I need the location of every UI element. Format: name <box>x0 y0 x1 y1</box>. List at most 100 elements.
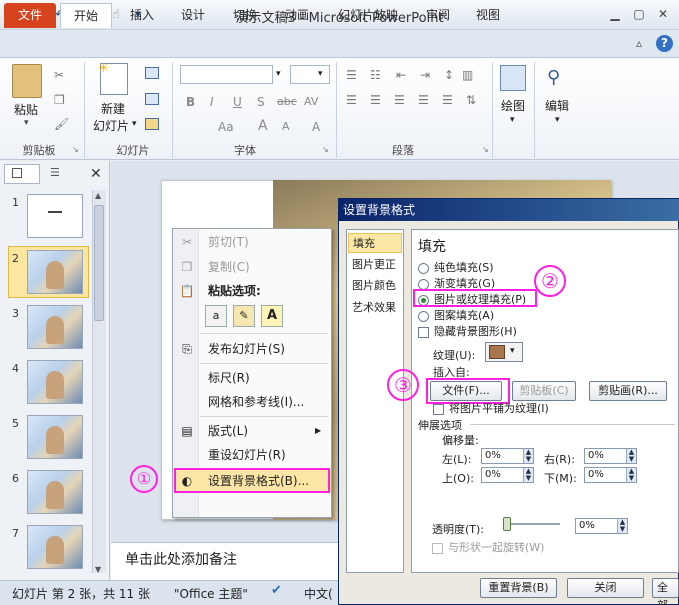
menu-item-copy[interactable]: ❐ 复制(C) <box>173 256 331 278</box>
slide-thumbnail[interactable] <box>27 470 83 514</box>
nav-item-picture-corrections[interactable]: 图片更正 <box>348 255 402 275</box>
nav-item-artistic-effects[interactable]: 艺术效果 <box>348 298 402 318</box>
tab-view[interactable]: 视图 <box>468 3 508 28</box>
paste-dropdown-icon[interactable]: ▾ <box>24 118 29 128</box>
menu-item-grid[interactable]: 网格和参考线(I)... <box>173 391 331 413</box>
italic-button[interactable]: I <box>210 95 214 109</box>
slide-thumbnail[interactable] <box>27 305 83 349</box>
tab-file[interactable]: 文件 <box>4 3 56 28</box>
help-icon[interactable]: ? <box>656 35 673 52</box>
tab-slides[interactable] <box>4 164 40 184</box>
spinner-arrows-icon[interactable]: ▲ ▼ <box>626 449 636 463</box>
paste-keep-format-icon[interactable]: ✎ <box>233 305 255 327</box>
texture-dropdown-arrow-icon[interactable]: ▾ <box>510 346 515 356</box>
justify-icon[interactable]: ☰ <box>418 93 429 107</box>
collapse-ribbon-icon[interactable]: ▵ <box>636 36 652 52</box>
increase-indent-icon[interactable]: ⇥ <box>420 68 430 82</box>
radio-solid-fill[interactable]: 纯色填充(S) <box>418 261 494 275</box>
tab-review[interactable]: 审阅 <box>418 3 458 28</box>
binoculars-icon[interactable]: ⚲ <box>547 67 560 88</box>
top-offset-spinner[interactable]: 0% ▲ ▼ <box>481 467 534 483</box>
tab-home[interactable]: 开始 <box>60 3 112 28</box>
shrink-font-button[interactable]: A <box>282 120 290 133</box>
align-left-icon[interactable]: ☰ <box>346 93 357 107</box>
clipart-button[interactable]: 剪贴画(R)... <box>589 381 667 401</box>
slide-thumbnail[interactable] <box>27 525 83 569</box>
cut-icon[interactable]: ✂ <box>54 68 64 82</box>
paste-icon[interactable] <box>12 64 42 98</box>
spinner-arrows-icon[interactable]: ▲ ▼ <box>626 468 636 482</box>
columns-icon[interactable]: ▥ <box>462 68 473 82</box>
transparency-spinner[interactable]: 0% ▲ ▼ <box>575 518 628 534</box>
new-slide-button-label[interactable]: 幻灯片 <box>93 117 129 134</box>
edit-button[interactable]: 编辑 <box>545 97 569 114</box>
drawing-icon[interactable] <box>500 65 526 91</box>
char-spacing-button[interactable]: AV <box>304 95 318 108</box>
left-offset-spinner[interactable]: 0% ▲ ▼ <box>481 448 534 464</box>
nav-item-fill[interactable]: 填充 <box>348 233 402 253</box>
outline-tab-icon[interactable]: ☰ <box>50 166 60 179</box>
nav-item-picture-color[interactable]: 图片颜色 <box>348 276 402 296</box>
tab-insert[interactable]: 插入 <box>122 3 162 28</box>
clipboard-button[interactable]: 剪贴板(C) <box>512 381 576 401</box>
radio-pattern-fill[interactable]: 图案填充(A) <box>418 309 494 323</box>
spellcheck-icon[interactable]: ✔ <box>271 583 282 598</box>
clear-format-icon[interactable]: A <box>312 120 320 134</box>
shadow-button[interactable]: S <box>257 95 265 109</box>
font-size-dropdown-icon[interactable]: ▾ <box>318 69 323 79</box>
strikethrough-button[interactable]: abc <box>277 95 297 108</box>
tab-design[interactable]: 设计 <box>173 3 213 28</box>
reset-background-button[interactable]: 重置背景(B) <box>480 578 557 598</box>
grow-font-button[interactable]: A <box>258 118 268 134</box>
align-right-icon[interactable]: ☰ <box>394 93 405 107</box>
font-launcher-icon[interactable]: ↘ <box>322 145 329 154</box>
drawing-button[interactable]: 绘图 <box>501 97 525 114</box>
right-offset-spinner[interactable]: 0% ▲ ▼ <box>584 448 637 464</box>
decrease-indent-icon[interactable]: ⇤ <box>396 68 406 82</box>
slide-thumbnail[interactable] <box>27 194 83 238</box>
edit-dropdown-icon[interactable]: ▾ <box>555 115 560 125</box>
menu-item-cut[interactable]: ✂ 剪切(T) <box>173 231 331 253</box>
paste-use-theme-icon[interactable]: a <box>205 305 227 327</box>
paste-button[interactable]: 粘贴 <box>14 101 38 118</box>
new-slide-button[interactable]: 新建 <box>101 100 125 117</box>
section-icon[interactable] <box>145 118 159 130</box>
notes-placeholder[interactable]: 单击此处添加备注 <box>125 549 237 569</box>
scroll-down-icon[interactable]: ▼ <box>95 565 101 574</box>
checkbox-tile-picture[interactable]: 将图片平铺为纹理(I) <box>433 402 549 416</box>
slide-thumbnail[interactable] <box>27 415 83 459</box>
close-icon[interactable]: ✕ <box>652 5 674 23</box>
scroll-up-icon[interactable]: ▲ <box>95 191 101 200</box>
align-center-icon[interactable]: ☰ <box>370 93 381 107</box>
bold-button[interactable]: B <box>186 95 195 109</box>
close-pane-icon[interactable]: ✕ <box>90 166 102 182</box>
tab-slideshow[interactable]: 幻灯片放映 <box>330 3 406 28</box>
clipboard-launcher-icon[interactable]: ↘ <box>72 145 79 154</box>
scrollbar-thumb[interactable] <box>94 205 104 321</box>
menu-item-reset[interactable]: 重设幻灯片(R) <box>173 444 331 466</box>
numbering-icon[interactable]: ☷ <box>370 68 381 82</box>
language-indicator[interactable]: 中文( <box>304 585 333 602</box>
tab-animations[interactable]: 动画 <box>277 3 317 28</box>
menu-item-publish[interactable]: ⎘ 发布幻灯片(S) <box>173 338 331 360</box>
bottom-offset-spinner[interactable]: 0% ▲ ▼ <box>584 467 637 483</box>
minimize-icon[interactable]: ▁ <box>604 5 626 23</box>
spinner-arrows-icon[interactable]: ▲ ▼ <box>523 468 533 482</box>
paste-text-only-icon[interactable]: A <box>261 305 283 327</box>
transparency-slider-track[interactable] <box>505 523 560 525</box>
font-name-input[interactable] <box>180 65 273 84</box>
slide-thumbnail[interactable] <box>27 250 83 294</box>
menu-item-ruler[interactable]: 标尺(R) <box>173 367 331 389</box>
distribute-icon[interactable]: ☰ <box>442 93 453 107</box>
maximize-icon[interactable]: ▢ <box>628 5 650 23</box>
drawing-dropdown-icon[interactable]: ▾ <box>510 115 515 125</box>
line-spacing-icon[interactable]: ↕ <box>444 68 454 82</box>
spinner-arrows-icon[interactable]: ▲ ▼ <box>617 519 627 533</box>
font-size-input[interactable] <box>290 65 330 84</box>
layout-icon[interactable] <box>145 67 159 79</box>
text-direction-icon[interactable]: ⇅ <box>466 93 476 107</box>
checkbox-rotate-with-shape[interactable]: 与形状一起旋转(W) <box>432 541 544 555</box>
copy-icon[interactable]: ❐ <box>54 93 65 107</box>
spinner-arrows-icon[interactable]: ▲ ▼ <box>523 449 533 463</box>
reset-icon[interactable] <box>145 93 159 105</box>
